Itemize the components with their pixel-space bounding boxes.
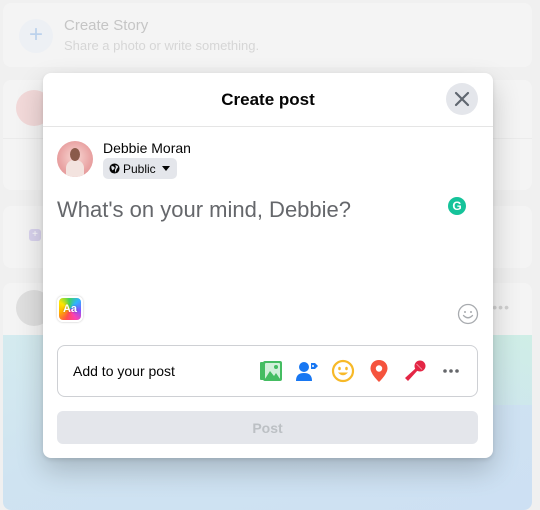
privacy-label: Public	[123, 161, 156, 176]
globe-icon	[109, 163, 120, 174]
post-button[interactable]: Post	[57, 411, 478, 444]
user-name: Debbie Moran	[103, 140, 191, 156]
add-to-post-label: Add to your post	[73, 363, 175, 379]
host-qa-button[interactable]	[403, 358, 427, 384]
grammarly-letter: G	[452, 199, 462, 213]
photo-video-button[interactable]	[259, 358, 283, 384]
close-button[interactable]	[446, 83, 478, 115]
avatar	[57, 141, 93, 177]
caret-down-icon	[161, 166, 170, 171]
add-to-post-bar: Add to your post	[57, 345, 478, 397]
photo-icon	[260, 361, 282, 381]
text-background-label: Aa	[62, 303, 78, 315]
text-background-button[interactable]: Aa	[57, 296, 83, 322]
location-pin-icon	[370, 360, 388, 382]
create-post-dialog: Create post Debbie Moran Public G Aa	[43, 73, 493, 458]
create-story-subtitle: Share a photo or write something.	[64, 38, 260, 53]
plus-icon: +	[19, 19, 53, 53]
post-text-input[interactable]	[57, 197, 437, 223]
more-options-button[interactable]	[439, 358, 463, 384]
microphone-icon	[405, 360, 426, 381]
dialog-title: Create post	[221, 90, 315, 109]
dialog-header: Create post	[43, 73, 493, 127]
close-icon	[454, 91, 470, 107]
check-in-button[interactable]	[367, 358, 391, 384]
grammarly-icon[interactable]: G	[448, 197, 466, 215]
tag-people-icon	[296, 362, 318, 381]
more-icon	[443, 369, 459, 373]
create-story-title: Create Story	[64, 17, 149, 34]
more-icon: •••	[492, 299, 510, 315]
tag-people-button[interactable]	[295, 358, 319, 384]
privacy-selector[interactable]: Public	[103, 158, 177, 179]
smiley-icon	[331, 359, 355, 383]
plus-icon: +	[29, 229, 41, 241]
create-story-card[interactable]: + Create Story Share a photo or write so…	[3, 3, 532, 67]
emoji-icon[interactable]	[457, 303, 479, 325]
feeling-activity-button[interactable]	[331, 358, 355, 384]
